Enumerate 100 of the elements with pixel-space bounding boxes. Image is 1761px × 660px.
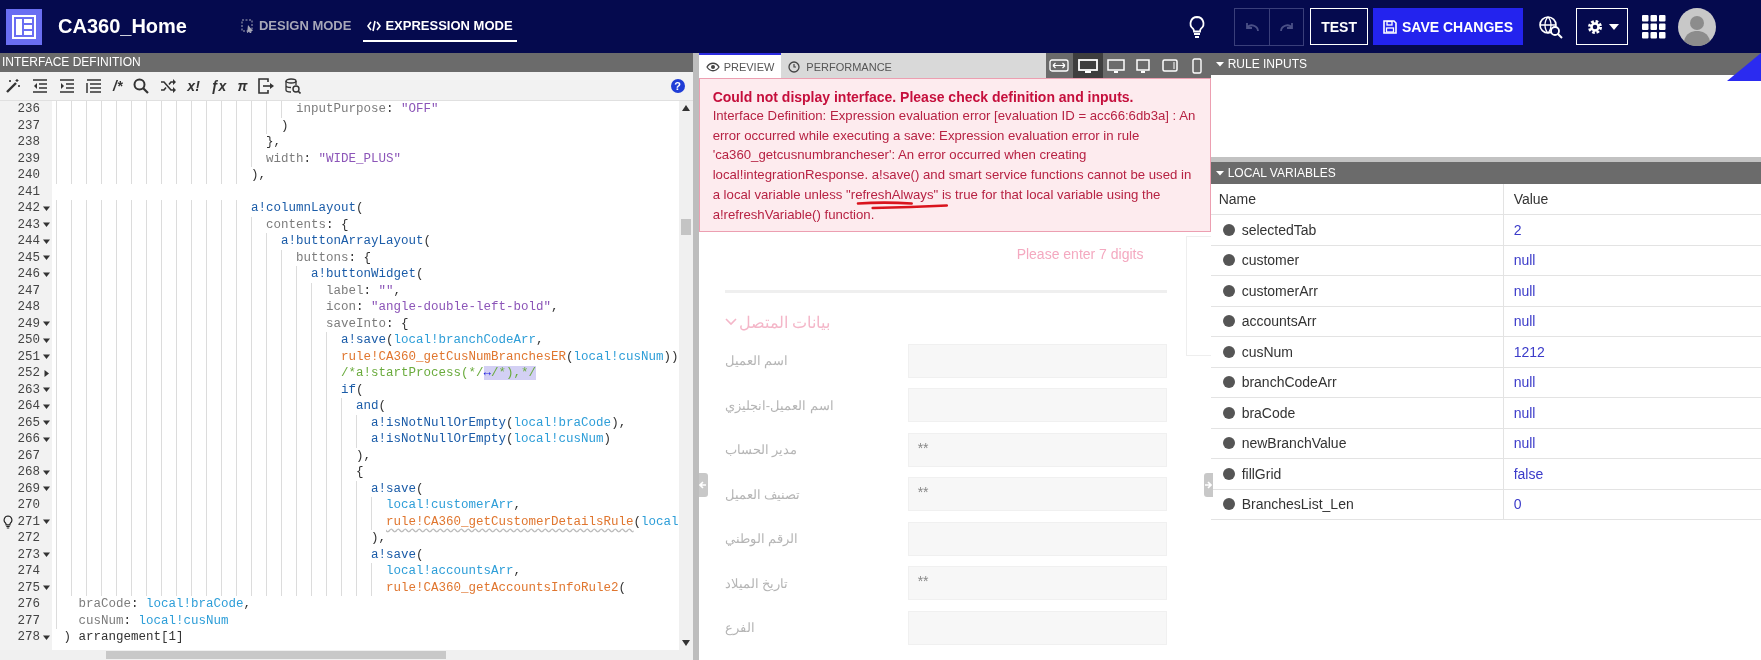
scrollbar-thumb[interactable] (106, 651, 446, 659)
app-logo-icon[interactable] (6, 8, 42, 45)
fold-caret-down-icon[interactable] (42, 353, 50, 361)
scrollbar-thumb[interactable] (680, 219, 691, 235)
test-button[interactable]: TEST (1310, 8, 1368, 45)
collapse-right-handle[interactable] (1203, 473, 1213, 497)
field-label: اسم العميل-انجليزي (724, 397, 834, 413)
arrow-left-icon (699, 480, 708, 490)
variable-value: null (1502, 306, 1761, 336)
toolbar-button[interactable]: x! (187, 78, 200, 94)
device-size-button[interactable] (1072, 53, 1103, 78)
horizontal-scrollbar[interactable] (0, 650, 693, 660)
code-line: label: "", (326, 282, 402, 299)
line-number: 239 (17, 151, 40, 166)
fold-caret-down-icon[interactable] (42, 419, 50, 427)
code-line: ), (251, 167, 267, 184)
dot-icon (1222, 437, 1235, 450)
error-message: Interface Definition: Expression evaluation error [evaluation ID = acc66:6db3a] : An error occurred while executing a save: Expression evaluation error in rule 'ca360_getcusnumbrancheser': An error occurred when creating local!integrationResponse. a!save() and smart service functions cannot be used in a local variable unless "refreshAlways" is true for that local variable using the a!refreshVariable() function. (712, 107, 1197, 224)
fold-caret-down-icon[interactable] (42, 485, 50, 493)
input-field[interactable]: ** (907, 432, 1167, 467)
fold-caret-down-icon[interactable] (42, 204, 50, 212)
column-header: Value (1502, 184, 1761, 214)
input-field[interactable]: ** (907, 566, 1167, 600)
line-number: 275 (17, 580, 40, 595)
toolbar-button[interactable]: /* (113, 78, 123, 94)
dot-icon (1222, 376, 1235, 389)
fold-caret-down-icon[interactable] (42, 435, 50, 443)
scroll-up-arrow-icon[interactable] (681, 105, 690, 111)
outdent-icon[interactable] (32, 78, 48, 94)
globe-search-icon[interactable] (1538, 14, 1564, 39)
vertical-scrollbar[interactable] (678, 101, 693, 650)
fold-caret-down-icon[interactable] (42, 221, 50, 229)
magic-wand-icon[interactable] (5, 78, 21, 94)
apps-grid-icon[interactable] (1642, 14, 1666, 39)
code-line: ) arrangement[1] (63, 629, 184, 646)
code-line: ), (356, 447, 372, 464)
code-line: a!save(local!branchCodeArr, (341, 332, 544, 349)
search-icon[interactable] (133, 78, 150, 94)
panel-header[interactable]: LOCAL VARIABLES (1210, 162, 1761, 184)
dot-icon (1222, 467, 1235, 480)
mode-tab[interactable]: EXPRESSION MODE (363, 11, 517, 42)
fold-caret-down-icon[interactable] (42, 402, 50, 410)
fold-caret-down-icon[interactable] (42, 336, 50, 344)
chevron-down-icon (724, 317, 737, 327)
lightbulb-icon[interactable] (3, 514, 13, 529)
dot-icon (1222, 498, 1235, 511)
input-field[interactable]: ** (907, 477, 1167, 511)
help-button[interactable]: ? (670, 79, 685, 93)
mode-tab[interactable]: DESIGN MODE (236, 11, 356, 42)
code-line: contents: { (266, 216, 349, 233)
toolbar-button[interactable]: π (237, 78, 248, 94)
variable-value: false (1502, 459, 1761, 489)
code-line: rule!CA360_getCustomerDetailsRule(local (386, 513, 679, 530)
variable-name: selectedTab (1241, 221, 1317, 238)
shuffle-icon[interactable] (160, 78, 177, 94)
settings-dropdown-button[interactable] (1576, 8, 1628, 45)
list-icon[interactable] (86, 78, 102, 94)
collapse-left-handle[interactable] (698, 473, 708, 497)
fold-caret-down-icon[interactable] (42, 320, 50, 328)
code-line: local!customerArr, (386, 497, 522, 514)
variable-value: 2 (1502, 215, 1761, 245)
fold-caret-down-icon[interactable] (42, 468, 50, 476)
fold-caret-down-icon[interactable] (42, 254, 50, 262)
fold-caret-down-icon[interactable] (42, 551, 50, 559)
scroll-down-arrow-icon[interactable] (681, 640, 690, 646)
variable-value: null (1502, 276, 1761, 306)
fold-caret-down-icon[interactable] (42, 386, 50, 394)
fold-caret-down-icon[interactable] (42, 237, 50, 245)
toolbar-button[interactable]: ƒx (210, 78, 227, 94)
lightbulb-icon[interactable] (1188, 14, 1207, 39)
line-number: 251 (17, 349, 40, 364)
line-number: 274 (17, 564, 40, 579)
validation-message: Please enter 7 digits (1016, 245, 1145, 263)
preview-tab[interactable]: PREVIEW (698, 53, 782, 78)
code-line: { (356, 464, 364, 481)
variable-name: BranchesList_Len (1241, 496, 1354, 513)
preview-tab[interactable]: PERFORMANCE (781, 53, 899, 78)
fold-caret-down-icon[interactable] (42, 584, 50, 592)
fold-caret-down-icon[interactable] (42, 518, 50, 526)
save-changes-button[interactable]: SAVE CHANGES (1373, 8, 1523, 45)
export-icon[interactable] (258, 78, 275, 94)
code-line: ) (281, 117, 289, 134)
line-number: 245 (17, 250, 40, 265)
line-number: 277 (17, 613, 40, 628)
field-label: الفرع (724, 620, 755, 635)
corner-triangle-icon (1727, 53, 1761, 81)
fold-caret-down-icon[interactable] (42, 633, 50, 641)
fold-caret-right-icon[interactable] (42, 369, 50, 377)
database-search-icon[interactable] (285, 78, 302, 94)
indent-icon[interactable] (59, 78, 75, 94)
gear-icon (1585, 17, 1604, 36)
code-line: a!save( (371, 546, 424, 563)
line-number: 267 (17, 448, 40, 463)
variable-name: cusNum (1241, 343, 1293, 360)
panel-header[interactable]: RULE INPUTS (1210, 53, 1761, 75)
field-label: تاريخ الميلاد (724, 575, 789, 591)
variable-value: null (1502, 398, 1761, 428)
user-avatar[interactable] (1678, 7, 1716, 46)
fold-caret-down-icon[interactable] (42, 270, 50, 278)
code-line: braCode: local!braCode, (78, 596, 252, 613)
